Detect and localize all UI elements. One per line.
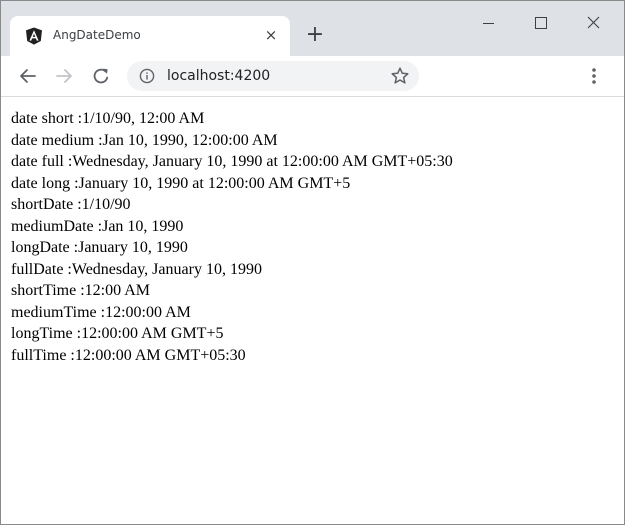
date-medium-line: date medium :Jan 10, 1990, 12:00:00 AM: [11, 131, 278, 149]
date-long-line: date long :January 10, 1990 at 12:00:00 …: [11, 174, 351, 192]
medium-date-line: mediumDate :Jan 10, 1990: [11, 217, 184, 235]
full-time-line: fullTime :12:00:00 AM GMT+05:30: [11, 346, 246, 364]
maximize-button[interactable]: [517, 7, 563, 39]
arrow-right-icon: [56, 69, 72, 83]
tab-close-icon[interactable]: ×: [263, 26, 279, 44]
close-window-button[interactable]: [570, 7, 616, 39]
date-short-line: date short :1/10/90, 12:00 AM: [11, 110, 205, 127]
arrow-left-icon: [20, 69, 36, 83]
reload-button[interactable]: [89, 64, 113, 88]
long-time-line: longTime :12:00:00 AM GMT+5: [11, 325, 224, 342]
medium-time-line: mediumTime :12:00:00 AM: [11, 303, 191, 321]
short-time-line: shortTime :12:00 AM: [11, 282, 150, 299]
reload-icon: [93, 68, 109, 84]
star-icon[interactable]: [390, 66, 410, 86]
info-icon[interactable]: [139, 68, 155, 84]
date-full-line: date full :Wednesday, January 10, 1990 a…: [11, 153, 453, 170]
browser-window: AngDateDemo × + localhost:4200 date shor…: [0, 0, 625, 525]
page-content: date short :1/10/90, 12:00 AM date mediu…: [1, 97, 624, 524]
back-button[interactable]: [16, 64, 40, 88]
browser-toolbar: localhost:4200: [1, 56, 624, 97]
long-date-line: longDate :January 10, 1990: [11, 239, 188, 256]
three-dots-menu-icon[interactable]: [584, 65, 604, 87]
forward-button[interactable]: [52, 64, 76, 88]
close-icon: [587, 16, 600, 29]
full-date-line: fullDate :Wednesday, January 10, 1990: [11, 260, 262, 278]
date-format-output: date short :1/10/90, 12:00 AM date mediu…: [11, 108, 453, 366]
new-tab-button[interactable]: +: [303, 23, 327, 47]
tab-angdatedemo[interactable]: AngDateDemo ×: [10, 16, 290, 56]
minimize-button[interactable]: [466, 7, 512, 39]
short-date-line: shortDate :1/10/90: [11, 196, 131, 213]
tab-strip: AngDateDemo × +: [1, 1, 624, 56]
tab-title: AngDateDemo: [53, 28, 141, 42]
url-text[interactable]: localhost:4200: [167, 68, 270, 84]
maximize-icon: [535, 17, 547, 29]
minimize-icon: [483, 23, 494, 24]
address-bar[interactable]: localhost:4200: [127, 61, 419, 91]
angular-logo-icon: [26, 27, 42, 45]
